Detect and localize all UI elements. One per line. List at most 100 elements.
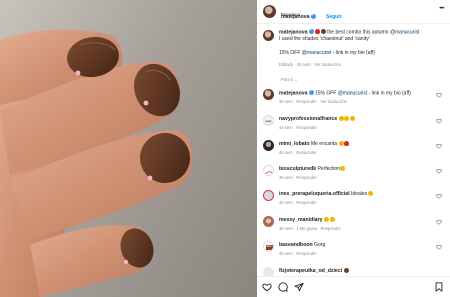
caption-meta: Editado · 38 sem Ver traducción	[279, 62, 341, 67]
comment-avatar[interactable]: BASE & BOON	[263, 241, 274, 252]
comment-meta: 44 sem Responder	[279, 125, 317, 130]
comment-body: ines_prerapeluqueria.official Ideales	[279, 191, 434, 197]
comment-age: 46 sem	[279, 226, 293, 231]
comment-username[interactable]: matejanova	[279, 90, 308, 96]
comment-age: 46 sem	[279, 175, 293, 180]
heart-eyes-emoji	[338, 141, 344, 146]
verified-icon	[310, 13, 316, 19]
comment-body: matejanova 15% OFF @manucurist - link in…	[279, 90, 434, 97]
caption-avatar[interactable]	[263, 30, 274, 41]
comment-avatar[interactable]	[263, 140, 274, 151]
bio-sculpture-logo-icon	[265, 171, 273, 175]
post-photo[interactable]	[0, 0, 257, 297]
caption-mention[interactable]: @manucurist	[390, 29, 420, 35]
comment-item: ines_prerapeluqueria.official Ideales 46…	[263, 190, 444, 216]
comment-age: 46 sem	[279, 200, 293, 205]
heart-icon[interactable]	[436, 244, 442, 250]
caption-line-2: I used the shades 'chaestnut' and 'candy…	[279, 36, 370, 42]
avatar-label: navy	[265, 120, 272, 123]
reply-button[interactable]: Responder	[296, 251, 317, 256]
caption-username[interactable]: matejanova	[279, 29, 308, 35]
comment-text: 15% OFF	[314, 90, 337, 97]
caption-promo-prefix: 15% OFF	[279, 50, 301, 57]
comment-item: mimi_lobato Me encanta 46 sem Responder	[263, 140, 444, 166]
heart-icon[interactable]	[436, 143, 442, 149]
comment-username[interactable]: ines_prerapeluqueria.official	[279, 191, 350, 197]
comment-username[interactable]: mimi_lobato	[279, 141, 310, 147]
comment-item: biosculpturedk Perfection 46 sem Respond…	[263, 165, 444, 191]
comment-meta: 46 sem 1 Me gusta Responder	[279, 226, 341, 231]
heart-icon[interactable]	[436, 92, 442, 98]
heart-eyes-emoji	[339, 116, 345, 121]
brown-heart-emoji	[343, 268, 349, 273]
comment-icon[interactable]	[278, 282, 288, 292]
reply-button[interactable]: Responder	[296, 200, 317, 205]
comment-meta: 46 sem Responder	[279, 175, 317, 180]
comment-text: Me encanta	[310, 141, 338, 147]
heart-eyes-emoji	[367, 191, 373, 196]
for-you-label: Para ti	[281, 77, 294, 82]
comment-text-suffix: - link in my bio (aff)	[368, 90, 411, 97]
comment-item: messy_manidiary 46 sem 1 Me gusta Respon…	[263, 216, 444, 242]
heart-eyes-emoji	[324, 217, 330, 222]
comment-likes[interactable]: 1 Me gusta	[296, 226, 317, 231]
comment-username[interactable]: baseandboon	[279, 242, 313, 248]
reply-button[interactable]: Responder	[296, 99, 317, 104]
post-side-panel: matejanova · Seguir Barcelona ••• mateja…	[257, 0, 450, 297]
comment-avatar[interactable]: navy	[263, 115, 274, 126]
verified-icon	[308, 29, 314, 34]
comment-age: 46 sem	[279, 150, 293, 155]
heart-emoji	[344, 141, 350, 146]
reply-button[interactable]: Responder	[296, 125, 317, 130]
heart-eyes-emoji	[349, 116, 355, 121]
comment-username[interactable]: biosculpturedk	[279, 166, 316, 172]
reply-button[interactable]: Responder	[320, 226, 341, 231]
avatar-label: BASE & BOON	[265, 245, 273, 250]
comment-username[interactable]: messy_manidiary	[279, 217, 323, 223]
comment-body: baseandboon Gorg	[279, 242, 434, 248]
post-header: matejanova · Seguir Barcelona •••	[257, 0, 450, 24]
chevron-down-icon: ⌄	[294, 77, 298, 82]
comment-text: Gorg	[314, 242, 326, 248]
comment-username[interactable]: navyprofessionalfrance	[279, 116, 337, 122]
caption-promo-mention[interactable]: @manucurist	[302, 50, 332, 56]
comment-body: biosculpturedk Perfection	[279, 166, 434, 172]
bookmark-icon[interactable]	[434, 282, 444, 292]
comment-age: 44 sem	[279, 125, 293, 130]
caption-translate-link[interactable]: Ver traducción	[314, 62, 341, 67]
heart-icon[interactable]	[262, 282, 272, 292]
heart-icon[interactable]	[436, 118, 442, 124]
follow-button[interactable]: Seguir	[326, 14, 342, 20]
share-icon[interactable]	[294, 282, 304, 292]
comment-avatar[interactable]	[263, 190, 274, 201]
heart-icon[interactable]	[436, 219, 442, 225]
heart-eyes-emoji	[329, 217, 335, 222]
comment-meta: 46 sem Responder	[279, 150, 317, 155]
for-you-dropdown[interactable]: Para ti ⌄	[281, 77, 298, 82]
translate-link[interactable]: Ver traducción	[320, 99, 347, 104]
heart-eyes-emoji	[344, 116, 350, 121]
heart-emoji	[315, 29, 321, 35]
post-location[interactable]: Barcelona	[281, 12, 300, 17]
heart-icon[interactable]	[436, 168, 442, 174]
comment-avatar[interactable]	[263, 89, 274, 100]
heart-eyes-emoji	[340, 166, 346, 171]
reply-button[interactable]: Responder	[296, 175, 317, 180]
reply-button[interactable]: Responder	[296, 150, 317, 155]
comment-avatar[interactable]	[263, 216, 274, 227]
author-avatar[interactable]	[263, 5, 276, 18]
more-options-icon[interactable]: •••	[439, 6, 444, 12]
comment-username[interactable]: fizjoterapeutka_od_dzieci	[279, 268, 342, 274]
comment-item: BASE & BOON baseandboon Gorg 45 sem Resp…	[263, 241, 444, 267]
brown-heart-emoji	[320, 29, 326, 35]
comment-avatar[interactable]	[263, 165, 274, 176]
comment-item: matejanova 15% OFF @manucurist - link in…	[263, 89, 444, 115]
caption-line-1: the best combo this autumn	[327, 29, 389, 36]
comment-meta: 45 sem Responder	[279, 251, 317, 256]
comment-meta: 46 sem Responder	[279, 200, 317, 205]
heart-icon[interactable]	[436, 193, 442, 199]
caption-block: matejanova the best combo this autumn @m…	[257, 28, 450, 72]
comment-body: mimi_lobato Me encanta	[279, 141, 434, 147]
action-bar	[257, 276, 450, 297]
comment-mention[interactable]: @manucurist	[338, 90, 368, 96]
